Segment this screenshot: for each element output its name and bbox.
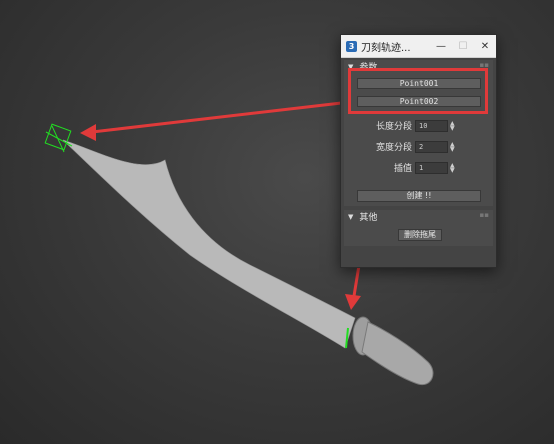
delete-trail-button[interactable]: 删除拖尾 <box>398 229 442 241</box>
sword-grip <box>361 321 434 386</box>
length-segments-input[interactable]: 10 <box>415 119 448 132</box>
other-rollout-title: 其他 <box>359 213 378 223</box>
create-button[interactable]: 创建 !! <box>357 190 481 202</box>
maximize-button[interactable]: ☐ <box>452 41 474 52</box>
length-segments-label: 长度分段 <box>375 122 412 132</box>
interpolation-row: 插值 1 ▲ ▼ <box>372 161 455 174</box>
point001-helper[interactable] <box>44 123 73 153</box>
minimize-button[interactable]: — <box>430 41 452 52</box>
spinner-arrows-icon[interactable]: ▲ ▼ <box>450 141 455 152</box>
spinner-arrows-icon[interactable]: ▲ ▼ <box>450 120 455 131</box>
interpolation-label: 插值 <box>393 164 412 174</box>
annotation-arrow-to-point001 <box>80 100 351 141</box>
close-button[interactable]: ✕ <box>474 41 496 52</box>
app-icon: 3 <box>346 40 357 52</box>
dialog-title: 刀刻轨迹... <box>361 42 411 54</box>
collapse-triangle-icon[interactable]: ▼ <box>348 213 353 221</box>
rollout-grip-icon: ▪▪ <box>479 211 490 219</box>
spinner-arrows-icon[interactable]: ▲ ▼ <box>450 162 455 173</box>
length-segments-row: 长度分段 10 ▲ ▼ <box>372 119 455 132</box>
interpolation-input[interactable]: 1 <box>415 161 448 174</box>
width-segments-row: 宽度分段 2 ▲ ▼ <box>372 140 455 153</box>
width-segments-label: 宽度分段 <box>375 143 412 153</box>
dialog-titlebar[interactable]: 3 刀刻轨迹... — ☐ ✕ <box>341 35 496 58</box>
other-rollout-header[interactable]: ▼ 其他 ▪▪ <box>344 210 493 223</box>
other-rollout: ▼ 其他 ▪▪ 删除拖尾 <box>344 210 493 246</box>
blade-trail <box>62 139 356 349</box>
width-segments-input[interactable]: 2 <box>415 140 448 153</box>
annotation-highlight-box <box>348 68 488 114</box>
